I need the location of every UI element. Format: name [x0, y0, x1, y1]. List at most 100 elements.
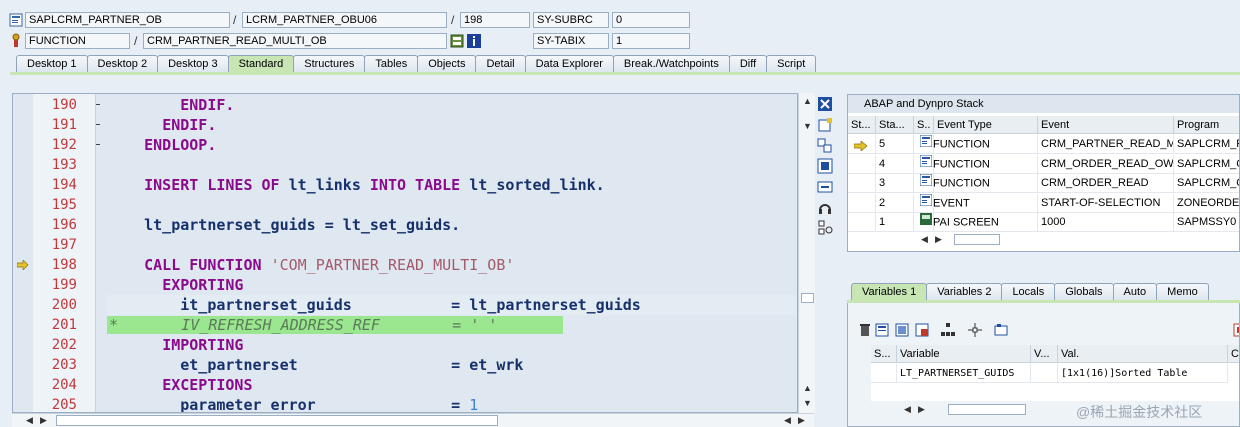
variables-column-header[interactable]: Variable [897, 345, 1031, 363]
tab-locals[interactable]: Locals [1001, 283, 1056, 300]
tab-globals[interactable]: Globals [1054, 283, 1114, 300]
include-field[interactable]: LCRM_PARTNER_OBU06 [242, 12, 447, 28]
tab-desktop-1[interactable]: Desktop 1 [16, 55, 88, 72]
source-editor[interactable]: 190 ENDIF. 191 ENDIF. 192 ENDLOOP. 193 194 I… [12, 93, 798, 413]
scroll-left-icon[interactable]: ◀ [921, 234, 928, 244]
variables-column-header[interactable]: C. [1228, 345, 1239, 363]
services-icon[interactable] [817, 220, 833, 236]
scroll-left-icon[interactable]: ◀ [784, 415, 791, 425]
display-icon[interactable] [450, 34, 464, 48]
code-line[interactable]: 197 [13, 235, 797, 255]
program-field[interactable]: SAPLCRM_PARTNER_OB [25, 12, 230, 28]
code-line[interactable]: 195 [13, 195, 797, 215]
scroll-thumb[interactable] [948, 404, 1026, 415]
stack-level: 1 [876, 213, 914, 232]
window-icon[interactable] [994, 323, 1008, 337]
editor-horizontal-scrollbar[interactable]: ◀ ▶ ◀ ▶ [12, 413, 814, 427]
tab-break-watchpoints[interactable]: Break./Watchpoints [612, 55, 730, 72]
variables-column-header[interactable]: Val. [1058, 345, 1228, 363]
scroll-right-icon[interactable]: ▶ [918, 404, 925, 414]
tab-variables-2[interactable]: Variables 2 [926, 283, 1003, 300]
info-icon[interactable] [467, 34, 481, 48]
export-icon[interactable] [1233, 323, 1239, 337]
event-field[interactable]: CRM_PARTNER_READ_MULTI_OB [143, 33, 447, 49]
stack-column-header[interactable]: S.. [914, 116, 934, 134]
event-type-field[interactable]: FUNCTION [25, 33, 130, 49]
scroll-right-icon[interactable]: ▶ [798, 415, 805, 425]
stack-horizontal-scrollbar[interactable]: ◀ ▶ [918, 233, 1003, 246]
stack-column-header[interactable]: Event [1038, 116, 1174, 134]
code-line[interactable]: 201 * IV_REFRESH_ADDRESS_REF = ' ' [13, 315, 797, 335]
variable-value[interactable]: [1x1(16)]Sorted Table [1058, 364, 1228, 383]
code-line[interactable]: 203 et_partnerset = et_wrk [13, 355, 797, 375]
code-line[interactable]: 200 it_partnerset_guids = lt_partnerset_… [13, 295, 797, 315]
load-variables-icon[interactable] [895, 323, 909, 337]
scroll-up-icon[interactable]: ▲ [803, 383, 812, 393]
stack-column-header[interactable]: Event Type [934, 116, 1038, 134]
new-tool-icon[interactable] [817, 117, 833, 133]
move-icon[interactable] [968, 323, 982, 337]
code-line[interactable]: 199 EXPORTING [13, 275, 797, 295]
maximize-icon[interactable] [817, 158, 833, 174]
tab-structures[interactable]: Structures [293, 55, 366, 72]
scroll-left-icon[interactable]: ◀ [904, 404, 911, 414]
scroll-thumb[interactable] [954, 234, 1000, 245]
save-variables-icon[interactable] [875, 323, 889, 337]
scroll-down-icon[interactable]: ▼ [803, 121, 812, 131]
editor-vertical-scrollbar[interactable]: ▲ ▼ ▲ ▼ [798, 93, 815, 413]
variables-column-header[interactable]: S... [871, 345, 897, 363]
stack-row[interactable]: 1 PAI SCREEN 1000 SAPMSSY0 [848, 213, 1239, 232]
stack-row[interactable]: 2 EVENT START-OF-SELECTIONZONEORDER [848, 193, 1239, 213]
close-icon[interactable] [817, 96, 833, 112]
code-line[interactable]: 202 IMPORTING [13, 335, 797, 355]
tab-auto[interactable]: Auto [1112, 283, 1158, 300]
code-line[interactable]: 204 EXCEPTIONS [13, 375, 797, 395]
variables-column-header[interactable]: V... [1031, 345, 1058, 363]
hierarchy-icon[interactable] [941, 323, 955, 337]
scroll-thumb[interactable] [56, 415, 498, 426]
tab-objects[interactable]: Objects [417, 55, 477, 72]
headset-icon[interactable] [817, 200, 833, 216]
code-line[interactable]: 190 ENDIF. [13, 95, 797, 115]
replace-tool-icon[interactable] [817, 138, 833, 154]
scroll-thumb[interactable] [801, 293, 814, 303]
scroll-left-icon[interactable]: ◀ [26, 415, 33, 425]
stack-row[interactable]: 4 FUNCTION CRM_ORDER_READ_OWSAPLCRM_OI [848, 154, 1239, 174]
stack-column-header[interactable]: St... [848, 116, 876, 134]
tab-desktop-3[interactable]: Desktop 3 [157, 55, 229, 72]
stack-column-header[interactable]: Program [1174, 116, 1239, 134]
variables-horizontal-scrollbar[interactable]: ◀ ▶ [900, 403, 1030, 416]
tab-desktop-2[interactable]: Desktop 2 [86, 55, 159, 72]
tabix-value[interactable]: 1 [612, 33, 690, 49]
tab-tables[interactable]: Tables [364, 55, 419, 72]
stack-row[interactable]: 3 FUNCTION CRM_ORDER_READSAPLCRM_OI [848, 174, 1239, 193]
scroll-right-icon[interactable]: ▶ [40, 415, 47, 425]
code-line[interactable]: 194 INSERT LINES OF lt_links INTO TABLE … [13, 175, 797, 195]
tab-detail[interactable]: Detail [475, 55, 526, 72]
variable-row[interactable]: LT_PARTNERSET_GUIDS [1x1(16)]Sorted Table [848, 364, 1239, 383]
code-line[interactable]: 196 lt_partnerset_guids = lt_set_guids. [13, 215, 797, 235]
stack-row[interactable]: 5 FUNCTION CRM_PARTNER_READ_M...SAPLCRM_PA [848, 135, 1239, 154]
code-line[interactable]: 193 [13, 155, 797, 175]
stack-column-header[interactable]: Sta... [876, 116, 914, 134]
delete-icon[interactable] [858, 323, 872, 337]
tab-data-explorer[interactable]: Data Explorer [524, 55, 614, 72]
subrc-value[interactable]: 0 [612, 12, 690, 28]
code-line[interactable]: 191 ENDIF. [13, 115, 797, 135]
variable-name-input[interactable]: LT_PARTNERSET_GUIDS [897, 364, 1031, 383]
tab-script[interactable]: Script [766, 55, 817, 72]
tab-diff[interactable]: Diff [728, 55, 768, 72]
scroll-right-icon[interactable]: ▶ [935, 234, 942, 244]
code-line[interactable]: 192 ENDLOOP. [13, 135, 797, 155]
tab-memo[interactable]: Memo [1156, 283, 1209, 300]
swap-icon[interactable] [817, 179, 833, 195]
code-line[interactable]: 205 parameter_error = 1 [13, 395, 797, 412]
scroll-up-icon[interactable]: ▲ [803, 96, 812, 106]
export-icon[interactable] [915, 323, 929, 337]
code-token: IMPORTING [162, 336, 244, 354]
tab-standard[interactable]: Standard [227, 55, 295, 72]
line-field[interactable]: 198 [460, 12, 530, 28]
code-line[interactable]: 198 CALL FUNCTION 'COM_PARTNER_READ_MULT… [13, 255, 797, 275]
tab-variables-1[interactable]: Variables 1 [851, 283, 928, 300]
scroll-down-icon[interactable]: ▼ [803, 398, 812, 408]
